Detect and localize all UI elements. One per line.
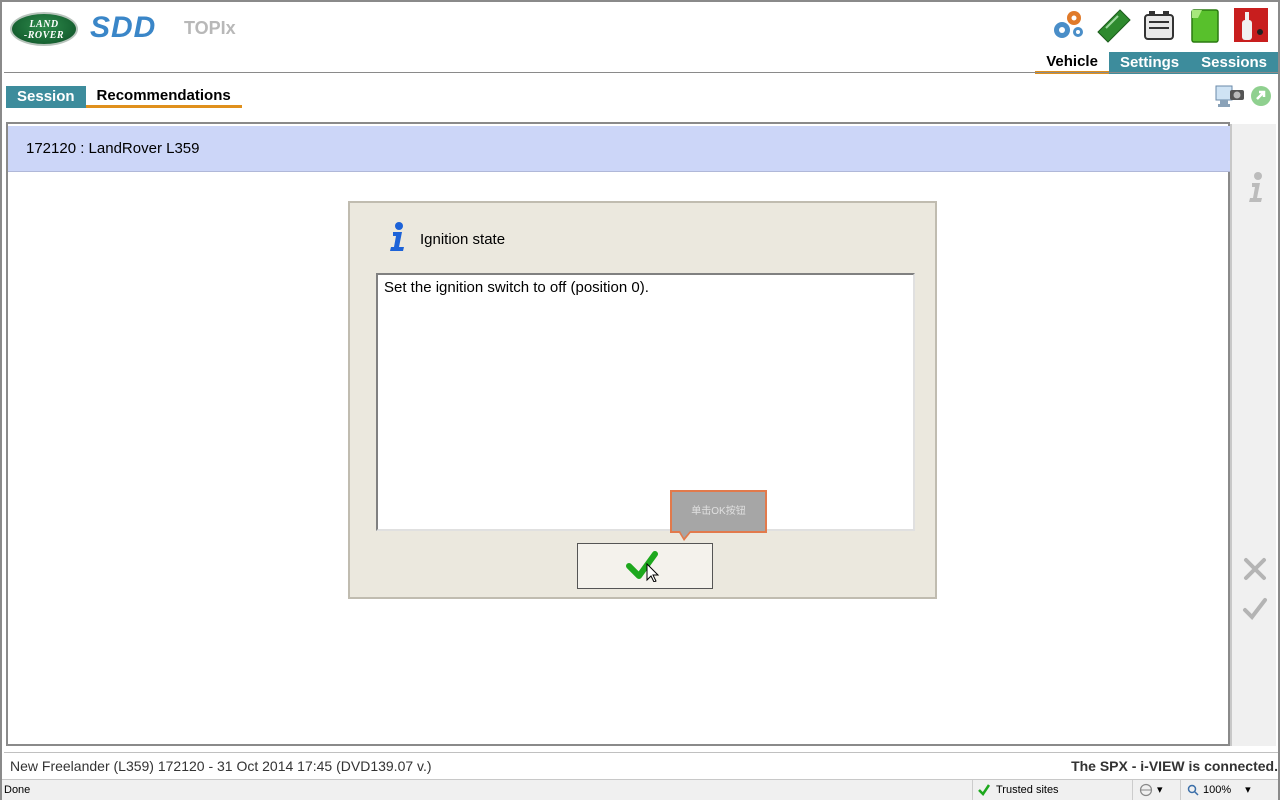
ignition-dialog: Ignition state Set the ignition switch t… [348, 201, 937, 599]
security-zone[interactable]: Trusted sites [972, 780, 1059, 800]
footer: New Freelander (L359) 172120 - 31 Oct 20… [4, 752, 1278, 778]
green-check-icon [978, 784, 991, 796]
security-zone-label: Trusted sites [996, 784, 1059, 796]
battery-icon[interactable] [1140, 6, 1178, 44]
settings-gears-icon[interactable] [1048, 6, 1086, 44]
dialog-title: Ignition state [420, 230, 506, 248]
confirm-check-icon[interactable] [1240, 594, 1270, 624]
zoom-level: 100% [1203, 784, 1232, 796]
app-window: LAND -ROVER SDD TOPIx Vehicle Settings S… [0, 0, 1280, 800]
chevron-down-icon: ▾ [1157, 784, 1163, 796]
main-tabs: Vehicle Settings Sessions [1035, 52, 1278, 74]
side-panel [1230, 124, 1276, 746]
tab-recommendations[interactable]: Recommendations [85, 86, 242, 108]
status-text: Done [4, 784, 31, 796]
land-rover-logo: LAND -ROVER [10, 12, 78, 46]
green-arrow-icon[interactable] [1250, 85, 1272, 112]
green-box-icon[interactable] [1186, 6, 1224, 44]
vehicle-bar: 172120 : LandRover L359 [8, 126, 1230, 172]
screenshot-camera-icon[interactable] [1214, 80, 1246, 117]
footer-connection-status: The SPX - i-VIEW is connected. [1071, 758, 1278, 774]
tab-sessions[interactable]: Sessions [1190, 52, 1278, 74]
dialog-header: Ignition state [386, 221, 506, 258]
top-toolbar [1048, 6, 1270, 44]
sub-tabs: Session Recommendations [6, 86, 242, 110]
cancel-cross-icon[interactable] [1240, 554, 1270, 584]
ticket-icon[interactable] [1094, 6, 1132, 44]
header-divider [4, 72, 1278, 73]
dialog-message: Set the ignition switch to off (position… [376, 273, 915, 531]
topix-logo: TOPIx [184, 18, 236, 38]
globe-icon [1139, 783, 1153, 797]
tab-vehicle[interactable]: Vehicle [1035, 52, 1109, 74]
tooltip-hint: 单击OK按钮 [670, 490, 767, 533]
header: LAND -ROVER SDD TOPIx Vehicle Settings S… [2, 0, 1278, 74]
footer-vehicle-info: New Freelander (L359) 172120 - 31 Oct 20… [10, 758, 432, 774]
info-icon[interactable] [1240, 172, 1270, 202]
tooltip-tail-inner [680, 531, 690, 538]
red-device-icon[interactable] [1232, 6, 1270, 44]
tab-settings[interactable]: Settings [1108, 52, 1191, 74]
tab-session[interactable]: Session [6, 86, 86, 108]
chevron-down-icon: ▾ [1245, 784, 1251, 796]
sub-toolbar [1214, 80, 1272, 117]
zoom-control[interactable]: 100% ▾ [1180, 780, 1251, 800]
browser-statusbar: Done Trusted sites ▾ 100% ▾ [2, 779, 1278, 800]
sdd-logo: SDD [90, 11, 157, 44]
ok-button[interactable] [577, 543, 713, 589]
protected-mode-toggle[interactable]: ▾ [1132, 780, 1163, 800]
info-icon [386, 221, 408, 258]
magnifier-icon [1187, 784, 1199, 796]
green-check-icon [626, 551, 660, 582]
